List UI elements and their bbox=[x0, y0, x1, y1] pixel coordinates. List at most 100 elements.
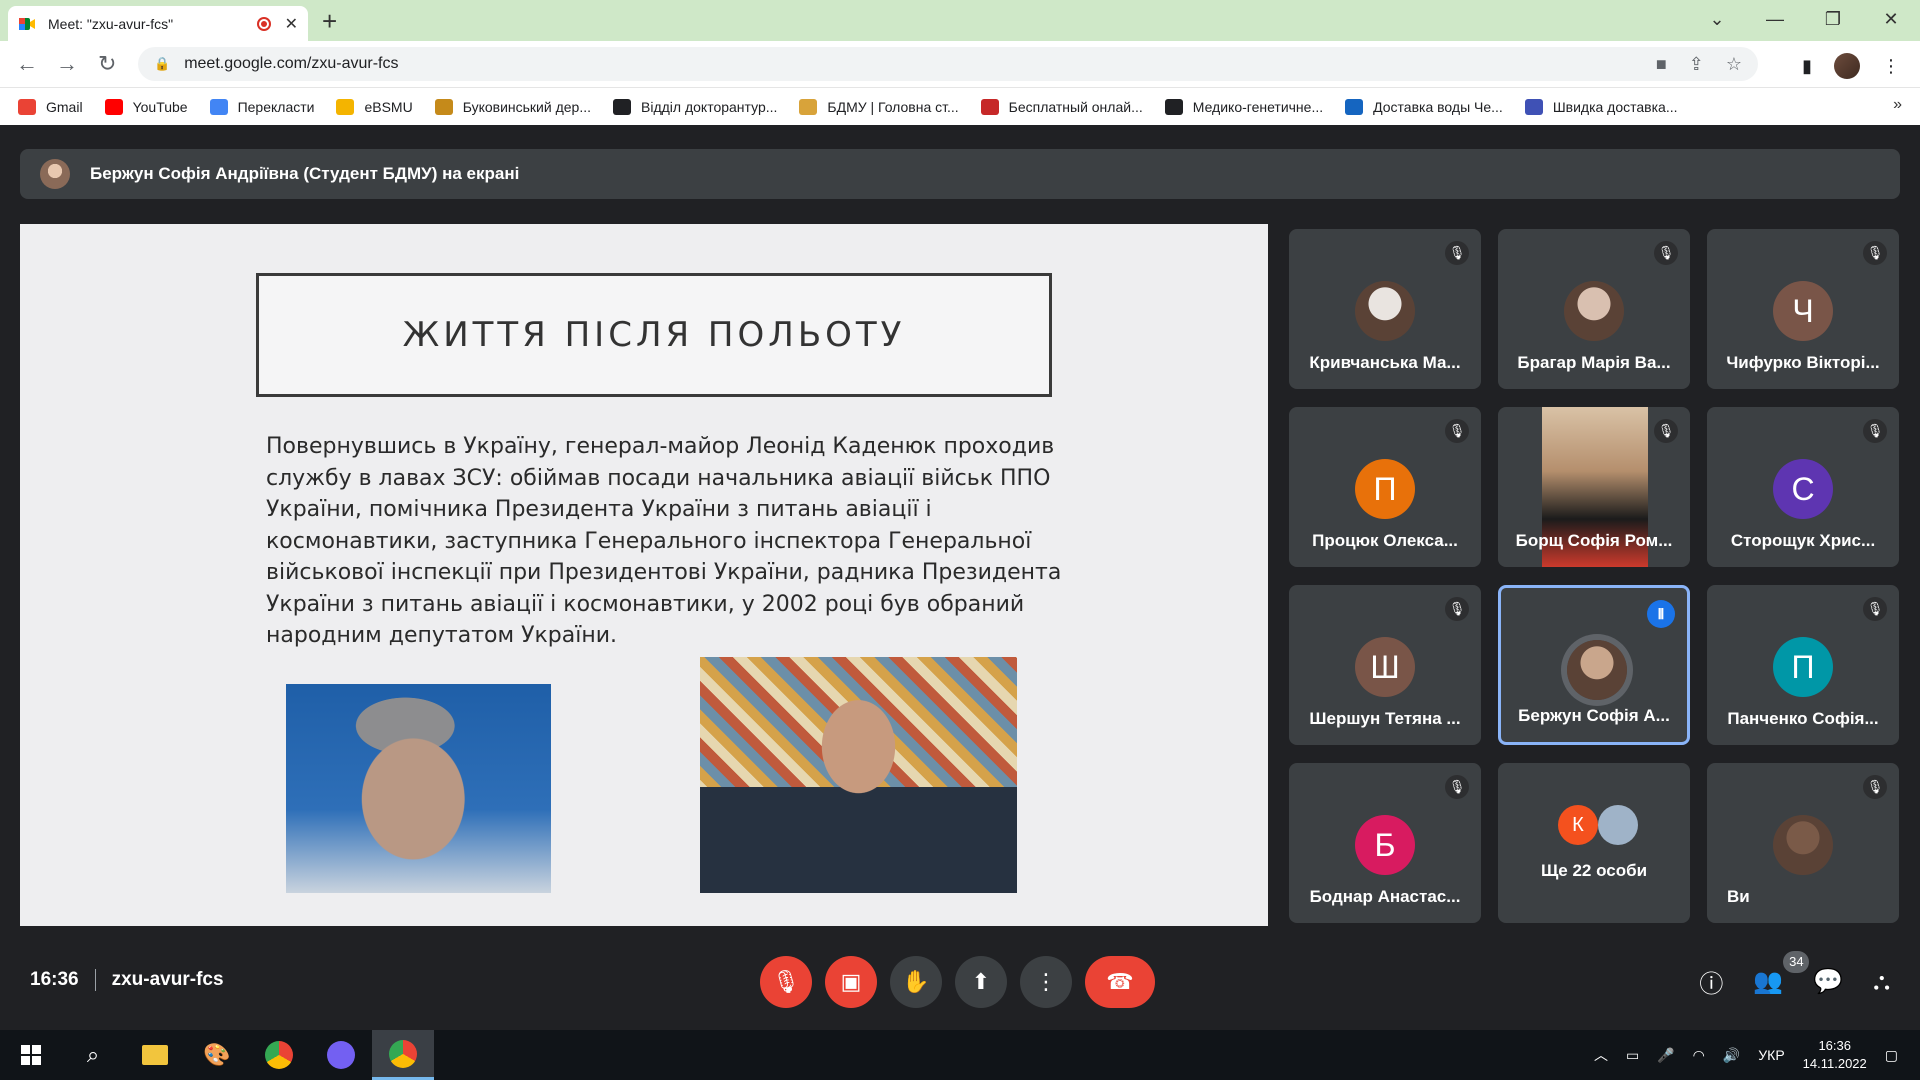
participant-tile[interactable]: 🎙 Кривчанська Ма... bbox=[1289, 229, 1481, 389]
present-icon: ⬆ bbox=[971, 969, 991, 994]
bookmark-gmail[interactable]: Gmail bbox=[18, 98, 83, 115]
slide-photo-left bbox=[286, 684, 551, 893]
wifi-icon[interactable]: ◠ bbox=[1693, 1047, 1705, 1064]
participant-tile[interactable]: 🎙 Ви bbox=[1707, 763, 1899, 923]
participant-name: Сторощук Хрис... bbox=[1730, 531, 1876, 550]
url-text[interactable]: meet.google.com/zxu-avur-fcs bbox=[184, 55, 1656, 73]
muted-mic-icon: 🎙 bbox=[1863, 241, 1887, 265]
divider bbox=[94, 969, 96, 991]
info-icon[interactable]: ⓘ bbox=[1699, 964, 1723, 999]
bookmark-bsmu[interactable]: БДМУ | Головна ст... bbox=[799, 98, 959, 115]
muted-mic-icon: 🎙 bbox=[1863, 775, 1887, 799]
restore-button[interactable]: ❐ bbox=[1804, 0, 1862, 41]
leave-call-button[interactable]: ☎ bbox=[1085, 956, 1155, 1008]
bookmark-translate[interactable]: Перекласти bbox=[209, 98, 314, 115]
back-button[interactable]: ← bbox=[16, 51, 38, 77]
slide-title: ЖИТТЯ ПІСЛЯ ПОЛЬОТУ bbox=[402, 315, 906, 355]
meeting-info: 16:36 zxu-avur-fcs bbox=[30, 969, 224, 991]
bookmark-ebsmu[interactable]: eBSMU bbox=[336, 98, 413, 115]
tab-search-icon[interactable]: ⌄ bbox=[1688, 0, 1746, 41]
participant-tile[interactable]: П 🎙 Процюк Олекса... bbox=[1289, 407, 1481, 567]
bookmark-free-online[interactable]: Бесплатный онлай... bbox=[980, 98, 1143, 115]
participant-tile[interactable]: П 🎙 Панченко Софія... bbox=[1707, 585, 1899, 745]
participant-tile[interactable]: Б 🎙 Боднар Анастас... bbox=[1289, 763, 1481, 923]
microphone-icon[interactable]: 🎤 bbox=[1657, 1047, 1674, 1064]
presenter-text: Бержун Софія Андріївна (Студент БДМУ) на… bbox=[90, 164, 520, 183]
muted-mic-icon: 🎙 bbox=[1863, 597, 1887, 621]
side-panel-icon[interactable]: ▮ bbox=[1802, 56, 1812, 77]
participant-tile[interactable]: К Ще 22 особи bbox=[1498, 763, 1690, 923]
slide-body: Повернувшись в Україну, генерал-майор Ле… bbox=[266, 434, 1062, 648]
participant-name: Боднар Анастас... bbox=[1309, 887, 1461, 906]
participant-tile[interactable]: Ш 🎙 Шершун Тетяна ... bbox=[1289, 585, 1481, 745]
share-icon[interactable]: ⇪ bbox=[1689, 54, 1704, 75]
shared-screen: ЖИТТЯ ПІСЛЯ ПОЛЬОТУ Повернувшись в Украї… bbox=[20, 224, 1268, 926]
browser-tab[interactable]: Meet: "zxu-avur-fcs" ✕ bbox=[8, 6, 308, 41]
participant-tile[interactable]: 🎙 Брагар Марія Ва... bbox=[1498, 229, 1690, 389]
water-drop-icon bbox=[1345, 98, 1364, 115]
taskbar: ⌕ 🎨 ︿ ▭ 🎤 ◠ 🔊 УКР 16:36 14.11.2022 ▢ bbox=[0, 1030, 1920, 1080]
forward-button[interactable]: → bbox=[56, 51, 78, 77]
bookmark-doctorate[interactable]: Відділ докторантур... bbox=[613, 98, 777, 115]
more-vert-icon: ⋮ bbox=[1035, 969, 1057, 994]
participant-tile[interactable]: 🎙 Борщ Софія Ром... bbox=[1498, 407, 1690, 567]
mic-off-button[interactable]: 🎙 bbox=[760, 956, 812, 1008]
reload-button[interactable]: ↻ bbox=[98, 51, 116, 77]
more-bookmarks-icon[interactable]: » bbox=[1893, 96, 1902, 114]
participant-tile[interactable]: ⦀ Бержун Софія А... bbox=[1498, 585, 1690, 745]
lock-icon[interactable]: 🔒 bbox=[154, 56, 170, 72]
avatar: П bbox=[1355, 459, 1415, 519]
clock-time: 16:36 bbox=[1818, 1038, 1851, 1053]
hand-icon: ✋ bbox=[902, 969, 930, 994]
system-tray: ︿ ▭ 🎤 ◠ 🔊 УКР 16:36 14.11.2022 ▢ bbox=[1594, 1030, 1920, 1080]
participant-tile[interactable]: С 🎙 Сторощук Хрис... bbox=[1707, 407, 1899, 567]
close-window-button[interactable]: ✕ bbox=[1862, 0, 1920, 41]
bookmark-delivery[interactable]: Швидка доставка... bbox=[1524, 98, 1678, 115]
new-tab-button[interactable]: + bbox=[322, 6, 337, 37]
muted-mic-icon: 🎙 bbox=[1654, 419, 1678, 443]
bookmark-medgen[interactable]: Медико-генетичне... bbox=[1164, 98, 1323, 115]
menu-icon[interactable]: ⋮ bbox=[1882, 56, 1900, 77]
muted-mic-icon: 🎙 bbox=[1863, 419, 1887, 443]
volume-icon[interactable]: 🔊 bbox=[1723, 1047, 1740, 1064]
more-options-button[interactable]: ⋮ bbox=[1020, 956, 1072, 1008]
search-icon[interactable]: ⌕ bbox=[62, 1030, 124, 1080]
activities-icon[interactable]: ⛬ bbox=[1873, 968, 1890, 996]
bookmark-bukovyna[interactable]: Буковинський дер... bbox=[434, 98, 591, 115]
raise-hand-button[interactable]: ✋ bbox=[890, 956, 942, 1008]
bookmark-youtube[interactable]: YouTube bbox=[104, 98, 188, 115]
chevron-up-icon[interactable]: ︿ bbox=[1594, 1045, 1608, 1065]
camera-off-button[interactable]: ▣ bbox=[825, 956, 877, 1008]
slide-title-box: ЖИТТЯ ПІСЛЯ ПОЛЬОТУ bbox=[256, 273, 1052, 397]
profile-avatar[interactable] bbox=[1834, 53, 1860, 79]
file-explorer-icon[interactable] bbox=[124, 1030, 186, 1080]
language-indicator[interactable]: УКР bbox=[1758, 1047, 1784, 1063]
side-controls: ⓘ 👥 34 💬 ⛬ bbox=[1699, 951, 1890, 999]
bookmark-water[interactable]: Доставка воды Че... bbox=[1345, 98, 1503, 115]
paint-icon[interactable]: 🎨 bbox=[186, 1030, 248, 1080]
clock[interactable]: 16:36 14.11.2022 bbox=[1803, 1037, 1867, 1073]
youtube-icon bbox=[104, 98, 123, 115]
participant-name: Ви bbox=[1727, 887, 1750, 906]
minimize-button[interactable]: — bbox=[1746, 0, 1804, 41]
omnibox[interactable]: 🔒 meet.google.com/zxu-avur-fcs ■ ⇪ ☆ bbox=[138, 47, 1758, 81]
start-button[interactable] bbox=[0, 1030, 62, 1080]
participant-tile[interactable]: Ч 🎙 Чифурко Вікторі... bbox=[1707, 229, 1899, 389]
chrome-icon[interactable] bbox=[248, 1030, 310, 1080]
muted-mic-icon: 🎙 bbox=[1445, 241, 1469, 265]
more-participants-avatars: К bbox=[1558, 805, 1638, 845]
present-button[interactable]: ⬆ bbox=[955, 956, 1007, 1008]
camera-icon[interactable]: ■ bbox=[1656, 54, 1667, 75]
battery-icon[interactable]: ▭ bbox=[1626, 1047, 1639, 1064]
address-bar: ← → ↻ 🔒 meet.google.com/zxu-avur-fcs ■ ⇪… bbox=[0, 41, 1920, 88]
bookmarks-bar: Gmail YouTube Перекласти eBSMU Буковинсь… bbox=[0, 88, 1920, 125]
delivery-icon bbox=[1524, 98, 1543, 115]
notifications-icon[interactable]: ▢ bbox=[1885, 1047, 1898, 1064]
avatar bbox=[1564, 281, 1624, 341]
close-tab-icon[interactable]: ✕ bbox=[285, 14, 298, 34]
viber-icon[interactable] bbox=[310, 1030, 372, 1080]
bookmark-star-icon[interactable]: ☆ bbox=[1726, 54, 1742, 75]
chrome-meet-icon[interactable] bbox=[372, 1030, 434, 1080]
chat-icon[interactable]: 💬 bbox=[1813, 967, 1843, 996]
people-button[interactable]: 👥 34 bbox=[1753, 951, 1810, 996]
